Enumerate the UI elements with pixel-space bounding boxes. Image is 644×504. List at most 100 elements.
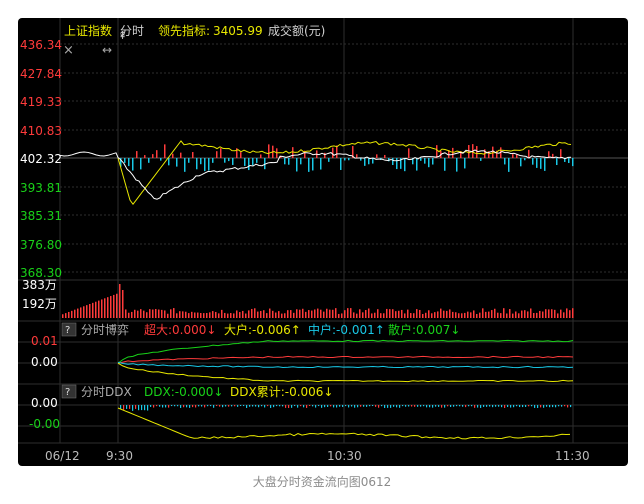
flow-bar bbox=[196, 158, 198, 170]
ddx-bar bbox=[402, 405, 404, 407]
volume-bar bbox=[230, 313, 232, 318]
ddx-bar bbox=[180, 405, 182, 408]
flow-bar bbox=[556, 158, 558, 166]
volume-bar bbox=[290, 310, 292, 318]
volume-bar bbox=[410, 313, 412, 318]
flow-bar bbox=[128, 158, 130, 167]
volume-axis-max: 383万 bbox=[22, 278, 57, 292]
ddx-bar bbox=[510, 405, 512, 408]
boyi-title[interactable]: 分时博弈 bbox=[81, 322, 129, 337]
flow-bar bbox=[560, 149, 562, 158]
ddx-bar bbox=[312, 405, 314, 407]
price-tick-label: 419.33 bbox=[20, 95, 62, 109]
volume-bar bbox=[110, 296, 112, 318]
ddx-bar bbox=[534, 405, 536, 408]
flow-bar bbox=[152, 154, 154, 158]
volume-bar bbox=[458, 313, 460, 318]
ddx-bar bbox=[414, 405, 416, 407]
ddx-bar bbox=[570, 405, 572, 408]
ddx-bar bbox=[345, 405, 347, 407]
ddx-bar bbox=[540, 405, 542, 408]
ddx-bar bbox=[225, 405, 227, 407]
ddx-bar bbox=[516, 405, 518, 407]
ddx-bar bbox=[255, 405, 257, 407]
volume-bar bbox=[470, 312, 472, 318]
ddx-bar bbox=[564, 405, 566, 407]
flow-bar bbox=[296, 158, 298, 172]
volume-bar bbox=[476, 313, 478, 318]
volume-bar bbox=[401, 309, 403, 318]
volume-bar bbox=[77, 308, 79, 318]
price-tick-label: 427.84 bbox=[20, 67, 62, 81]
volume-bar bbox=[491, 310, 493, 318]
ddx-legend: DDX:-0.000↓ DDX累计:-0.006↓ bbox=[144, 385, 333, 399]
ddx-bar bbox=[375, 405, 377, 407]
flow-bar bbox=[432, 158, 434, 165]
flow-bar bbox=[340, 158, 342, 170]
flow-bar bbox=[396, 158, 398, 170]
ddx-bar bbox=[528, 405, 530, 407]
price-tick-label: 385.31 bbox=[20, 209, 62, 223]
flow-bar bbox=[256, 158, 258, 163]
ddx-bar bbox=[411, 405, 413, 407]
ddx-bar bbox=[234, 405, 236, 407]
flow-bar bbox=[300, 158, 302, 165]
volume-bar bbox=[293, 312, 295, 318]
ddx-bar bbox=[153, 405, 155, 408]
volume-bar bbox=[440, 308, 442, 318]
price-tick-label: 376.80 bbox=[20, 238, 62, 252]
ddx-bar bbox=[162, 405, 164, 408]
ddx-bar bbox=[426, 405, 428, 408]
ddx-title[interactable]: 分时DDX bbox=[81, 385, 132, 399]
ddx-bar bbox=[222, 405, 224, 408]
pin-icon[interactable]: ⇞ bbox=[118, 29, 127, 42]
ddx-bar bbox=[192, 405, 194, 408]
volume-bar bbox=[197, 312, 199, 318]
flow-bar bbox=[172, 153, 174, 158]
ddx-bar bbox=[360, 405, 362, 407]
ddx-bar bbox=[150, 405, 152, 407]
flow-bar bbox=[288, 158, 290, 165]
ddx-bar bbox=[132, 405, 134, 411]
ddx-bar bbox=[477, 405, 479, 408]
volume-bar bbox=[215, 311, 217, 318]
volume-bar bbox=[533, 312, 535, 318]
volume-bar bbox=[281, 313, 283, 318]
flow-bar bbox=[568, 158, 570, 164]
flow-bar bbox=[532, 158, 534, 165]
volume-bar bbox=[344, 310, 346, 318]
intraday-chart-panel: 上证指数 分时 领先指标: 3405.99 成交额(元) ⇞ × ↔ 436.3… bbox=[18, 18, 628, 466]
index-name[interactable]: 上证指数 bbox=[64, 23, 112, 38]
ddx-bar bbox=[141, 405, 143, 411]
ddx-bar bbox=[471, 405, 473, 407]
volume-bar bbox=[572, 308, 574, 318]
flow-bar bbox=[320, 158, 322, 170]
volume-bar bbox=[464, 312, 466, 318]
volume-bar bbox=[173, 308, 175, 318]
ddx-bar bbox=[333, 405, 335, 408]
ddx-bar bbox=[249, 405, 251, 407]
flow-bar bbox=[420, 158, 422, 161]
flow-bar bbox=[224, 158, 226, 163]
volume-label[interactable]: 成交额(元) bbox=[268, 23, 325, 38]
volume-bar bbox=[206, 312, 208, 318]
ddx-bar bbox=[420, 405, 422, 407]
flow-bar bbox=[220, 148, 222, 158]
ddx-bar bbox=[306, 405, 308, 408]
close-icon[interactable]: × bbox=[63, 43, 74, 58]
volume-bar bbox=[239, 312, 241, 318]
ddx-bar bbox=[408, 405, 410, 407]
volume-bar bbox=[452, 311, 454, 318]
ddx-bar bbox=[552, 405, 554, 408]
volume-bar bbox=[530, 308, 532, 318]
volume-bar bbox=[242, 310, 244, 318]
flow-bar bbox=[344, 158, 346, 161]
volume-bar bbox=[509, 309, 511, 318]
volume-bar bbox=[140, 309, 142, 318]
ddx-bar bbox=[144, 405, 146, 411]
volume-bar bbox=[167, 313, 169, 318]
resize-icon[interactable]: ↔ bbox=[102, 43, 112, 57]
ddx-bar bbox=[525, 405, 527, 407]
ddx-bar bbox=[246, 405, 248, 408]
ddx-bar bbox=[282, 405, 284, 407]
